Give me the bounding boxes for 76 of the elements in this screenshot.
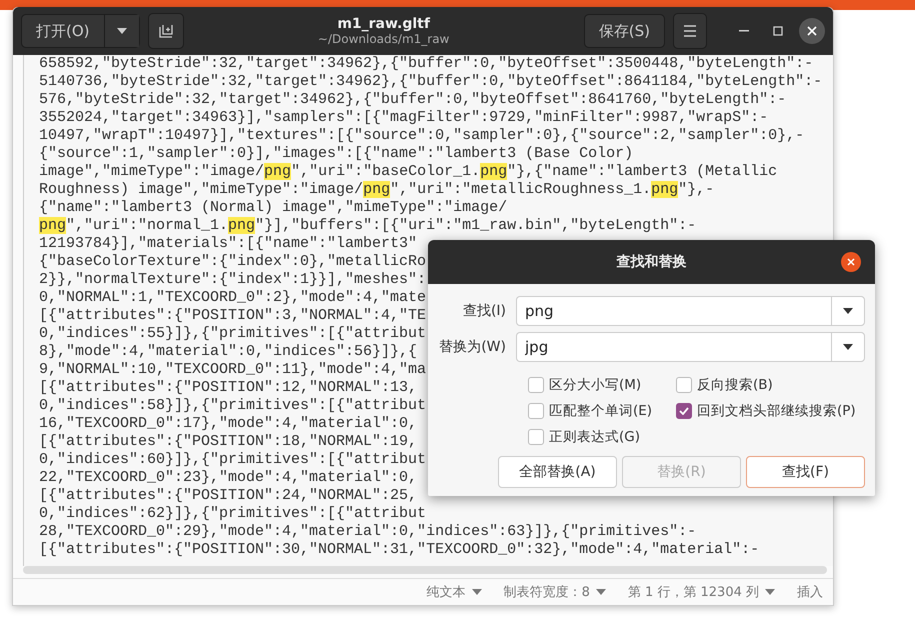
code-line: [{"attributes":{"POSITION":12,"NORMAL":13, — [39, 379, 418, 397]
checkbox[interactable] — [528, 403, 544, 419]
dialog-button[interactable]: 全部替换(A) — [498, 456, 617, 488]
code-line: 9,"NORMAL":10,"TEXCOORD_0":11},"mode":4,"ma — [39, 361, 426, 379]
menu-button[interactable] — [673, 13, 707, 49]
code-line: png","uri":"normal_1.png"}],"buffers":[{"uri":"m1_raw.bin","byteLength":- — [39, 217, 696, 235]
dialog-title: 查找和替换 — [616, 253, 686, 271]
status-dropdown[interactable]: 第 1 行，第 12304 列 — [624, 583, 779, 601]
code-line: 28,"TEXCOORD_0":29},"mode":4,"material":0,"indices":63}]},{"primitives":- — [39, 523, 696, 541]
minimize-icon — [739, 30, 749, 32]
window-title: m1_raw.gltf — [337, 16, 430, 32]
caret-icon — [596, 589, 606, 595]
code-line: 12193784}],"materials":[{"name":"lambert3" — [39, 235, 418, 253]
field-label: 替换为(W) — [438, 338, 506, 356]
code-line: [{"attributes":{"POSITION":18,"NORMAL":19, — [39, 433, 418, 451]
code-line: 658592,"byteStride":32,"target":34962},{"buffer":0,"byteOffset":3500448,"byteLength":- — [39, 55, 814, 73]
checkbox-option[interactable]: 区分大小写(M) — [528, 376, 676, 394]
caret-icon — [843, 344, 853, 350]
caret-icon — [843, 308, 853, 314]
dialog-button[interactable]: 查找(F) — [746, 456, 865, 488]
close-icon — [807, 26, 817, 36]
close-icon — [847, 258, 855, 266]
code-line: 0,"indices":55}]},{"primitives":[{"attribut — [39, 325, 426, 343]
code-line: 22,"TEXCOORD_0":23},"mode":4,"material":0, — [39, 469, 418, 487]
input-field[interactable]: png — [516, 296, 831, 326]
close-button[interactable] — [841, 252, 861, 272]
checkbox[interactable] — [676, 403, 692, 419]
code-line: {"source":1,"sampler":0}],"images":[{"name":"lambert3 (Base Color) — [39, 145, 634, 163]
code-line: [{"attributes":{"POSITION":3,"NORMAL":4,"TE — [39, 307, 426, 325]
status-dropdown[interactable]: 制表符宽度：8 — [500, 583, 610, 601]
code-line: 5140736,"byteStride":32,"target":34962},{"buffer":0,"byteOffset":8641184,"byteLength":- — [39, 73, 822, 91]
dropdown-button[interactable] — [104, 15, 139, 47]
code-line: 0,"NORMAL":1,"TEXCOORD_0":2},"mode":4,"mate — [39, 289, 426, 307]
option-label: 回到文档头部继续搜索(P) — [697, 402, 856, 420]
scrollbar[interactable] — [23, 566, 827, 574]
code-line: 0,"indices":58}]},{"primitives":[{"attribut — [39, 397, 426, 415]
option-label: 区分大小写(M) — [549, 376, 642, 394]
code-line: 3552024,"target":34963}],"samplers":[{"magFilter":9729,"minFilter":9987,"wrapS":- — [39, 109, 768, 127]
caret-icon — [472, 589, 482, 595]
checkbox-option[interactable]: 回到文档头部继续搜索(P) — [676, 402, 865, 420]
checkbox[interactable] — [676, 377, 692, 393]
status-dropdown[interactable]: 插入 — [793, 583, 827, 601]
code-line: [{"attributes":{"POSITION":24,"NORMAL":25, — [39, 487, 418, 505]
checkbox[interactable] — [528, 429, 544, 445]
code-line: 8},"mode":4,"material":0,"indices":56}]},{ — [39, 343, 418, 361]
caret-icon — [116, 28, 127, 34]
status-dropdown[interactable]: 纯文本 — [422, 583, 486, 601]
new-tab-button[interactable] — [148, 13, 184, 49]
code-line: 10497,"wrapT":10497}],"textures":[{"source":0,"sampler":0},{"source":2,"sampler":0},- — [39, 127, 804, 145]
close-button[interactable] — [799, 18, 825, 44]
field-label: 查找(I) — [462, 302, 506, 320]
code-line: {"baseColorTexture":{"index":0},"metallicRo — [39, 253, 426, 271]
code-line: image","mimeType":"image/png","uri":"baseColor_1.png"},{"name":"lambert3 (Metallic — [39, 163, 778, 181]
caret-icon — [765, 589, 775, 595]
input-field[interactable]: jpg — [516, 332, 831, 362]
option-label: 正则表达式(G) — [549, 428, 640, 446]
option-label: 匹配整个单词(E) — [549, 402, 652, 420]
code-line: 0,"indices":60}]},{"primitives":[{"attribut — [39, 451, 426, 469]
check-icon — [679, 407, 689, 415]
menu-icon — [683, 25, 697, 37]
maximize-icon — [773, 26, 783, 36]
code-line: {"name":"lambert3 (Normal) image","mimeType":"image/ — [39, 199, 508, 217]
code-line: 16,"TEXCOORD_0":17},"mode":4,"material":0, — [39, 415, 418, 433]
save-button[interactable]: 保存(S) — [584, 14, 665, 48]
option-label: 反向搜索(B) — [697, 376, 773, 394]
code-line: 576,"byteStride":32,"target":34962},{"buffer":0,"byteOffset":8641760,"byteLength":- — [39, 91, 786, 109]
checkbox[interactable] — [528, 377, 544, 393]
code-line: 0,"indices":62}]},{"primitives":[{"attribut — [39, 505, 426, 523]
checkbox-option[interactable]: 匹配整个单词(E) — [528, 402, 676, 420]
checkbox-option[interactable]: 正则表达式(G) — [528, 428, 676, 446]
code-line: Roughness) image","mimeType":"image/png","uri":"metallicRoughness_1.png"},- — [39, 181, 714, 199]
code-line: 2}},"normalTexture":{"index":1}}],"meshes": — [39, 271, 426, 289]
checkbox-option[interactable]: 反向搜索(B) — [676, 376, 865, 394]
new-tab-icon — [158, 23, 174, 39]
file-path: ~/Downloads/m1_raw — [318, 32, 450, 46]
code-line: [{"attributes":{"POSITION":30,"NORMAL":31,"TEXCOORD_0":32},"mode":4,"material":- — [39, 541, 760, 559]
